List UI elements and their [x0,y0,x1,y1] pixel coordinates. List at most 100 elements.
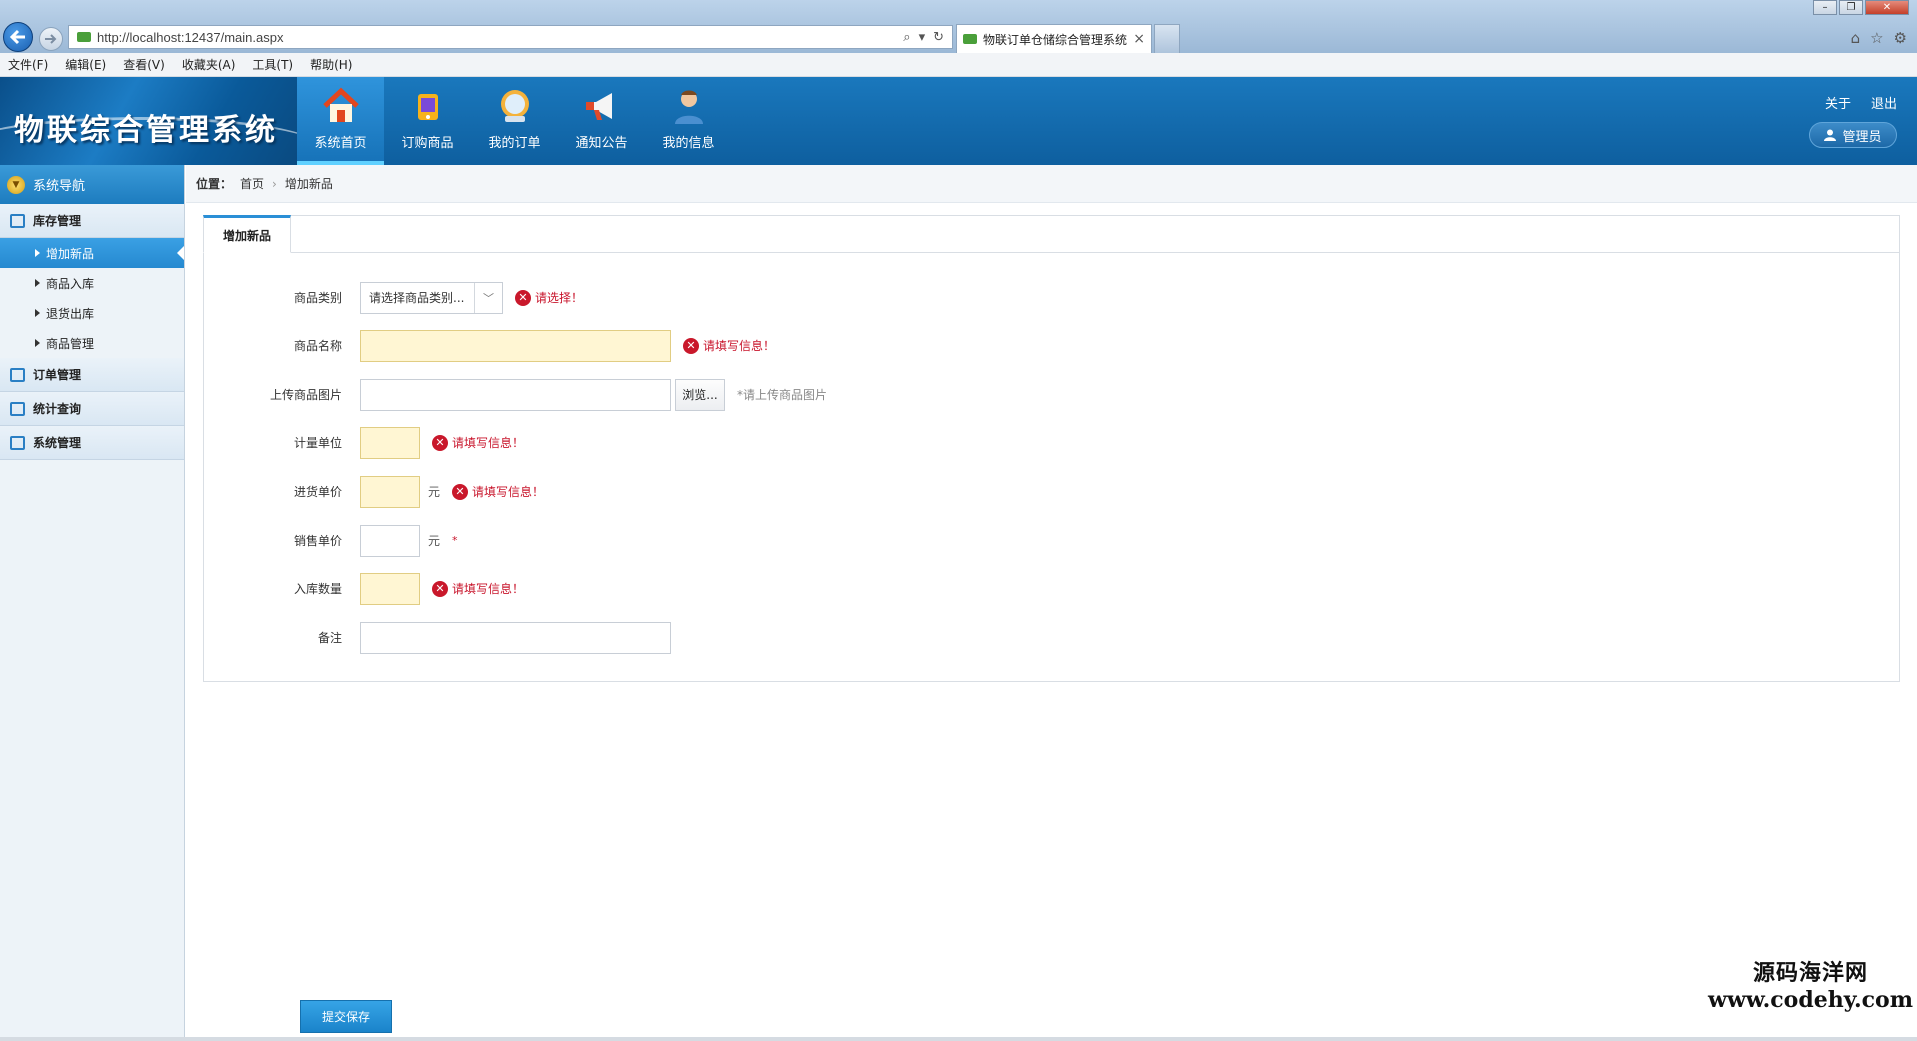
nav-notices[interactable]: 通知公告 [558,77,645,165]
quantity-error: ✕ 请填写信息！ [432,580,524,597]
nav-orders[interactable]: 我的订单 [471,77,558,165]
sidebar-item-add-product[interactable]: 增加新品 [0,238,184,268]
home-icon [322,87,359,122]
sale-price-input[interactable] [360,524,420,557]
menu-help[interactable]: 帮助(H) [310,56,352,73]
home-page-icon[interactable]: ⌂ [1851,29,1861,47]
minimize-icon[interactable]: – [1813,0,1837,15]
sidebar-item-return-out[interactable]: 退货出库 [0,298,184,328]
shopping-icon [417,94,438,120]
menu-favorites[interactable]: 收藏夹(A) [182,56,236,73]
menu-edit[interactable]: 编辑(E) [65,56,106,73]
window-controls: – ❐ ✕ [1813,0,1909,15]
nav-profile-label: 我的信息 [662,136,715,151]
settings-gear-icon[interactable]: ⚙ [1894,29,1907,47]
sidebar-group-orders[interactable]: 订单管理 [0,358,184,392]
sidebar-item-label: 退货出库 [46,306,95,321]
error-text: 请选择！ [535,291,584,305]
site-favicon-icon [77,32,91,42]
search-icon[interactable]: ⌕ [903,30,910,45]
quantity-input[interactable] [360,572,420,605]
sidebar-item-label: 商品入库 [46,276,95,291]
menu-view[interactable]: 查看(V) [123,56,165,73]
name-label: 商品名称 [293,339,342,353]
error-icon: ✕ [432,580,448,597]
purchase-price-input[interactable] [360,475,420,508]
sidebar-header[interactable]: ▼ 系统导航 [0,165,184,204]
quantity-label: 入库数量 [293,582,342,596]
browse-button[interactable]: 浏览... [675,378,725,411]
error-text: 请填写信息！ [452,582,525,596]
required-mark: * [452,534,458,547]
menu-bar: 文件(F) 编辑(E) 查看(V) 收藏夹(A) 工具(T) 帮助(H) [0,53,1917,77]
nav-home[interactable]: 系统首页 [297,77,384,165]
menu-file[interactable]: 文件(F) [8,56,48,73]
unit-input[interactable] [360,426,420,459]
back-button[interactable] [3,22,33,52]
sidebar-item-product-manage[interactable]: 商品管理 [0,328,184,358]
submit-save-button[interactable]: 提交保存 [300,1000,392,1033]
menu-tools[interactable]: 工具(T) [252,56,293,73]
tab-add-product[interactable]: 增加新品 [203,215,291,253]
category-error: ✕ 请选择！ [515,289,583,306]
maximize-icon[interactable]: ❐ [1839,0,1863,15]
watermark: 源码海洋网 www.codehy.com [1708,955,1913,1013]
tab-favicon-icon [963,34,977,44]
header-links: 关于 退出 [1825,93,1897,112]
error-text: 请填写信息！ [703,339,776,353]
sidebar-group-system[interactable]: 系统管理 [0,426,184,460]
sidebar-group-label: 统计查询 [33,402,82,416]
error-icon: ✕ [452,483,469,500]
chevron-down-icon: ﹀ [474,282,502,313]
sidebar-group-inventory[interactable]: 库存管理 [0,204,184,238]
top-navigation: 系统首页 订购商品 我的订单 通知公告 我的信息 [297,77,732,165]
nav-orders-label: 我的订单 [488,136,541,151]
remark-input[interactable] [360,621,671,654]
forward-arrow-icon [45,34,57,44]
edit-icon [10,367,25,382]
back-arrow-icon [9,29,25,45]
favorites-star-icon[interactable]: ☆ [1870,29,1883,47]
logout-link[interactable]: 退出 [1871,93,1897,112]
breadcrumb-home[interactable]: 首页 [240,175,264,192]
user-badge[interactable]: 管理员 [1809,122,1897,148]
status-bar [0,1037,1917,1041]
nav-notices-label: 通知公告 [575,136,628,151]
dropdown-icon[interactable]: ▾ [919,30,926,45]
sidebar-group-label: 系统管理 [33,436,82,450]
address-bar[interactable]: http://localhost:12437/main.aspx ⌕ ▾ ↻ [68,25,953,49]
purchase-price-label: 进货单价 [293,485,342,499]
row-remark: 备注 [204,621,671,654]
watermark-line1: 源码海洋网 [1753,960,1869,986]
name-input[interactable] [360,329,671,362]
window-close-icon[interactable]: ✕ [1865,0,1909,15]
watermark-line2: www.codehy.com [1708,987,1913,1013]
user-icon [674,90,703,124]
new-tab-button[interactable] [1154,24,1180,53]
category-select-value: 请选择商品类别... [369,291,465,305]
category-select[interactable]: 请选择商品类别... ﹀ [360,281,503,314]
error-icon: ✕ [432,434,448,451]
image-file-input[interactable] [360,378,671,411]
nav-home-label: 系统首页 [314,136,367,151]
category-label: 商品类别 [293,291,342,305]
nav-profile[interactable]: 我的信息 [645,77,732,165]
address-url[interactable]: http://localhost:12437/main.aspx [97,30,903,45]
megaphone-icon [585,93,612,120]
row-quantity: 入库数量 ✕ 请填写信息！ [204,572,524,605]
sidebar-item-label: 增加新品 [46,246,95,261]
forward-button[interactable] [39,27,63,51]
currency-unit: 元 [428,485,441,499]
about-link[interactable]: 关于 [1825,93,1851,112]
sidebar-title: 系统导航 [33,179,86,194]
app-logo-text: 物联综合管理系统 [14,113,278,148]
browser-tab[interactable]: 物联订单仓储综合管理系统 × [956,24,1152,53]
sidebar-item-stock-in[interactable]: 商品入库 [0,268,184,298]
tab-close-icon[interactable]: × [1133,31,1145,47]
browser-toolbar-right: ⌂ ☆ ⚙ [1851,29,1907,47]
refresh-icon[interactable]: ↻ [933,30,944,45]
sidebar-group-label: 库存管理 [33,214,82,228]
error-text: 请填写信息！ [452,436,525,450]
nav-shopping[interactable]: 订购商品 [384,77,471,165]
sidebar-group-statistics[interactable]: 统计查询 [0,392,184,426]
